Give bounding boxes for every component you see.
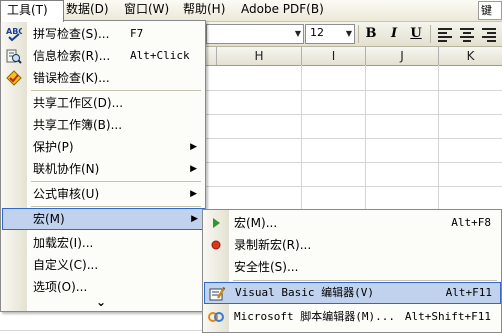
menu-separator (31, 90, 201, 91)
italic-button[interactable]: I (385, 25, 403, 43)
submenu-item-script-editor[interactable]: Microsoft 脚本编辑器(M)... Alt+Shift+F11 (204, 306, 499, 328)
font-size-combo[interactable]: 12 ▼ (305, 24, 355, 44)
menu-window[interactable]: 窗口(W) (118, 0, 175, 19)
submenu-item-macros[interactable]: 宏(M)... Alt+F8 (204, 212, 499, 234)
column-header-h[interactable]: H (217, 47, 302, 65)
research-icon (6, 48, 22, 64)
menu-item-formula-auditing[interactable]: 公式审核(U) ▶ (2, 183, 203, 205)
column-header-j[interactable]: J (366, 47, 439, 65)
column-header-i[interactable]: I (302, 47, 366, 65)
font-name-combo[interactable]: ▼ (206, 24, 304, 44)
menu-item-macro[interactable]: 宏(M) ▶ (2, 208, 205, 230)
menu-bar: 工具(T) 数据(D) 窗口(W) 帮助(H) Adobe PDF(B) 键入 (0, 0, 502, 22)
menu-separator (233, 280, 497, 281)
spelling-icon: ABC (6, 26, 24, 42)
menu-data[interactable]: 数据(D) (60, 0, 115, 19)
menu-separator (31, 206, 201, 207)
double-chevron-down-icon: ⌄ (96, 295, 107, 309)
align-center-icon[interactable] (460, 28, 474, 42)
chevron-down-icon: ▼ (294, 29, 301, 38)
script-editor-icon (208, 309, 224, 325)
submenu-arrow-icon: ▶ (190, 142, 197, 152)
menu-separator (31, 181, 201, 182)
menu-item-protection[interactable]: 保护(P) ▶ (2, 136, 203, 158)
submenu-arrow-icon: ▶ (190, 164, 197, 174)
menu-item-error-check[interactable]: 错误检查(K)... (2, 67, 203, 89)
underline-button[interactable]: U (407, 25, 425, 43)
menu-item-online-collaboration[interactable]: 联机协作(N) ▶ (2, 158, 203, 180)
macro-submenu: 宏(M)... Alt+F8 录制新宏(R)... 安全性(S)... Visu… (202, 209, 502, 333)
submenu-arrow-icon: ▶ (191, 214, 198, 224)
toolbar-separator (358, 25, 359, 43)
submenu-item-record-macro[interactable]: 录制新宏(R)... (204, 234, 499, 256)
error-check-icon (6, 70, 22, 86)
submenu-item-security[interactable]: 安全性(S)... (204, 256, 499, 278)
run-macro-icon (208, 215, 224, 231)
menu-item-shared-workbook[interactable]: 共享工作簿(B)... (2, 114, 203, 136)
menu-tools[interactable]: 工具(T) (0, 0, 64, 22)
menu-expand-button[interactable]: ⌄ (2, 295, 203, 309)
menu-item-research[interactable]: 信息检索(R)... Alt+Click (2, 45, 203, 67)
menu-item-add-ins[interactable]: 加载宏(I)... (2, 232, 203, 254)
toolbar-separator (430, 25, 431, 43)
svg-text:ABC: ABC (6, 27, 22, 36)
column-header-k[interactable]: K (439, 47, 502, 65)
record-icon (208, 237, 224, 253)
menu-item-spelling[interactable]: ABC 拼写检查(S)... F7 (2, 23, 203, 45)
vb-editor-icon (209, 286, 226, 302)
bold-button[interactable]: B (362, 25, 380, 43)
tools-dropdown-menu: ABC 拼写检查(S)... F7 信息检索(R)... Alt+Click 错… (0, 20, 206, 312)
menu-help[interactable]: 帮助(H) (177, 0, 231, 19)
font-size-value: 12 (310, 26, 324, 39)
help-question-box[interactable]: 键入 (478, 1, 502, 20)
menu-item-customize[interactable]: 自定义(C)... (2, 254, 203, 276)
chevron-down-icon: ▼ (345, 29, 352, 38)
menu-adobe-pdf[interactable]: Adobe PDF(B) (235, 0, 330, 19)
submenu-arrow-icon: ▶ (190, 189, 197, 199)
align-right-icon[interactable] (482, 28, 496, 42)
align-left-icon[interactable] (438, 28, 452, 42)
submenu-item-vb-editor[interactable]: Visual Basic 编辑器(V) Alt+F11 (204, 282, 501, 304)
menu-item-shared-workspace[interactable]: 共享工作区(D)... (2, 92, 203, 114)
